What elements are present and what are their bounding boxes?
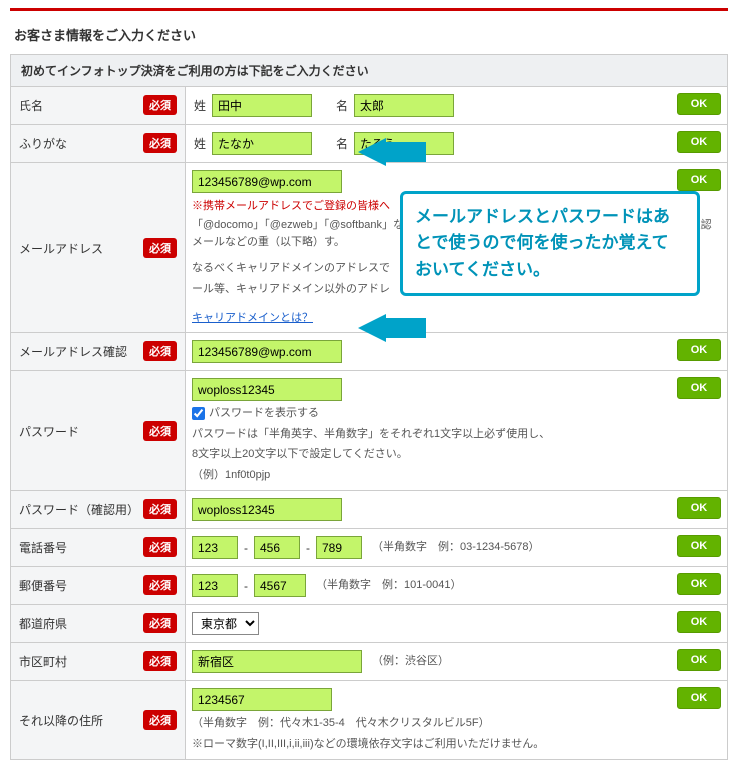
required-badge: 必須 [143, 537, 177, 557]
show-password-label: パスワードを表示する [209, 405, 319, 422]
label-furigana: ふりがな [19, 133, 67, 153]
label-email-confirm: メールアドレス確認 [19, 341, 127, 361]
required-badge: 必須 [143, 133, 177, 153]
row-password-confirm: パスワード（確認用） 必須 OK [10, 491, 728, 529]
section-header: 初めてインフォトップ決済をご利用の方は下記をご入力ください [10, 54, 728, 87]
password-confirm-input[interactable] [192, 498, 342, 521]
ok-button[interactable]: OK [677, 497, 721, 519]
carrier-domain-link[interactable]: キャリアドメインとは？ [192, 312, 313, 324]
required-badge: 必須 [143, 651, 177, 671]
addr-hint1: （半角数字 例：代々木1-35-4 代々木クリスタルビル5F） [192, 715, 721, 732]
password-note1: パスワードは「半角英字、半角数字」をそれぞれ1文字以上必ず使用し、 [192, 426, 721, 443]
addr-hint2: ※ローマ数字(I,II,III,i,ii,iii)などの環境依存文字はご利用いた… [192, 736, 721, 753]
email-input[interactable] [192, 170, 342, 193]
ok-button[interactable]: OK [677, 131, 721, 153]
pref-select[interactable]: 東京都 [192, 612, 259, 635]
label-city: 市区町村 [19, 651, 67, 671]
label-password: パスワード [19, 421, 79, 441]
row-zip: 郵便番号 必須 - （半角数字 例：101-0041） OK [10, 567, 728, 605]
ok-button[interactable]: OK [677, 169, 721, 191]
label-email: メールアドレス [19, 238, 103, 258]
label-pref: 都道府県 [19, 613, 67, 633]
zip-part2-input[interactable] [254, 574, 306, 597]
sei-input[interactable] [212, 94, 312, 117]
ok-button[interactable]: OK [677, 339, 721, 361]
row-addr: それ以降の住所 必須 （半角数字 例：代々木1-35-4 代々木クリスタルビル5… [10, 681, 728, 760]
tel-part3-input[interactable] [316, 536, 362, 559]
arrow-body [384, 142, 426, 162]
password-note3: （例）1nf0t0pjp [192, 467, 721, 484]
password-input[interactable] [192, 378, 342, 401]
mei-label: 名 [334, 97, 350, 114]
required-badge: 必須 [143, 499, 177, 519]
ok-button[interactable]: OK [677, 687, 721, 709]
row-tel: 電話番号 必須 - - （半角数字 例：03-1234-5678） OK [10, 529, 728, 567]
row-pref: 都道府県 必須 東京都 OK [10, 605, 728, 643]
required-badge: 必須 [143, 421, 177, 441]
tel-hint: （半角数字 例：03-1234-5678） [372, 539, 540, 556]
ok-button[interactable]: OK [677, 377, 721, 399]
addr-input[interactable] [192, 688, 332, 711]
ok-button[interactable]: OK [677, 573, 721, 595]
required-badge: 必須 [143, 95, 177, 115]
annotation-callout: メールアドレスとパスワードはあとで使うので何を使ったか覚えておいてください。 [400, 191, 700, 296]
sei-kana-label: 姓 [192, 135, 208, 152]
required-badge: 必須 [143, 575, 177, 595]
required-badge: 必須 [143, 710, 177, 730]
password-note2: 8文字以上20文字以下で設定してください。 [192, 446, 721, 463]
ok-button[interactable]: OK [677, 611, 721, 633]
mei-kana-label: 名 [334, 135, 350, 152]
tel-part1-input[interactable] [192, 536, 238, 559]
email-confirm-input[interactable] [192, 340, 342, 363]
ok-button[interactable]: OK [677, 649, 721, 671]
label-name: 氏名 [19, 95, 43, 115]
zip-hint: （半角数字 例：101-0041） [316, 577, 462, 594]
label-tel: 電話番号 [19, 537, 67, 557]
required-badge: 必須 [143, 238, 177, 258]
ok-button[interactable]: OK [677, 93, 721, 115]
arrow-icon [358, 314, 386, 342]
dash: - [304, 541, 312, 555]
page-title: お客さま情報をご入力ください [10, 19, 728, 54]
red-accent-bar [10, 8, 728, 11]
required-badge: 必須 [143, 341, 177, 361]
required-badge: 必須 [143, 613, 177, 633]
tel-part2-input[interactable] [254, 536, 300, 559]
sei-kana-input[interactable] [212, 132, 312, 155]
row-name: 氏名 必須 姓 名 OK [10, 87, 728, 125]
city-hint: （例：渋谷区） [372, 653, 449, 670]
dash: - [242, 579, 250, 593]
show-password-checkbox[interactable] [192, 407, 205, 420]
label-zip: 郵便番号 [19, 575, 67, 595]
city-input[interactable] [192, 650, 362, 673]
row-password: パスワード 必須 パスワードを表示する パスワードは「半角英字、半角数字」をそれ… [10, 371, 728, 491]
zip-part1-input[interactable] [192, 574, 238, 597]
arrow-icon [358, 138, 386, 166]
dash: - [242, 541, 250, 555]
label-password-confirm: パスワード（確認用） [19, 499, 137, 519]
label-addr: それ以降の住所 [19, 710, 103, 730]
row-city: 市区町村 必須 （例：渋谷区） OK [10, 643, 728, 681]
sei-label: 姓 [192, 97, 208, 114]
ok-button[interactable]: OK [677, 535, 721, 557]
arrow-body [384, 318, 426, 338]
mei-input[interactable] [354, 94, 454, 117]
